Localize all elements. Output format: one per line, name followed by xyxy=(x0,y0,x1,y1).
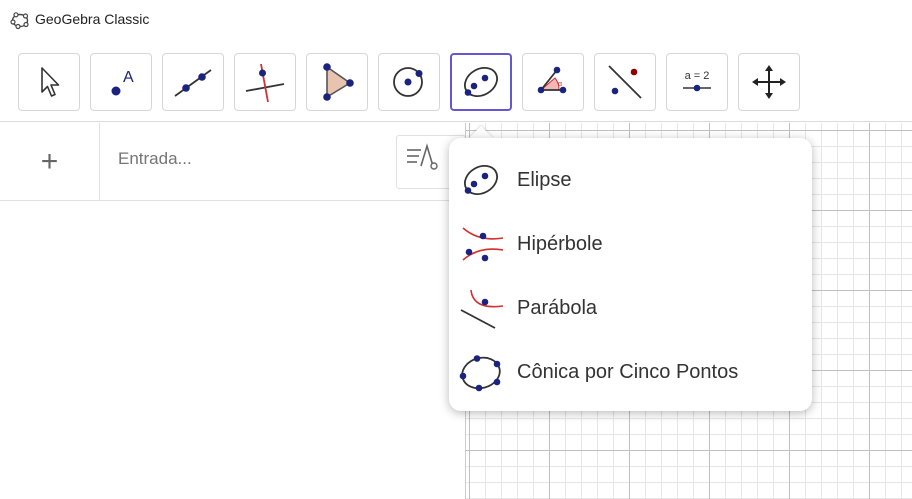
angle-tool-button[interactable]: α xyxy=(522,53,584,111)
line-through-points-icon xyxy=(174,69,212,97)
algebra-view: + xyxy=(0,123,466,499)
circle-tool-button[interactable] xyxy=(378,53,440,111)
svg-text:A: A xyxy=(123,69,134,86)
perpendicular-line-tool-button[interactable] xyxy=(234,53,296,111)
reflect-tool-button[interactable] xyxy=(594,53,656,111)
hyperbola-icon xyxy=(462,227,504,262)
perpendicular-line-icon xyxy=(245,63,285,103)
toolbar: A α a = 2 xyxy=(0,40,912,122)
slider-tool-button[interactable]: a = 2 xyxy=(666,53,728,111)
title-bar: GeoGebra Classic xyxy=(0,0,912,40)
slider-icon: a = 2 xyxy=(683,70,711,92)
point-a-icon: A xyxy=(111,69,134,96)
ellipse-icon xyxy=(464,66,498,98)
move-tool-button[interactable] xyxy=(18,53,80,111)
menu-item-label: Elipse xyxy=(517,169,572,191)
conic-tool-button[interactable] xyxy=(450,53,512,111)
line-tool-button[interactable] xyxy=(162,53,224,111)
algebra-input[interactable] xyxy=(118,149,378,169)
conic-five-points-icon xyxy=(459,355,501,392)
move-graphics-view-tool-button[interactable] xyxy=(738,53,800,111)
menu-item-label: Parábola xyxy=(517,297,598,319)
ellipse-icon xyxy=(464,164,498,196)
cursor-arrow-icon xyxy=(41,67,60,97)
menu-item-conic-five-points[interactable]: Cônica por Cinco Pontos xyxy=(449,340,812,404)
point-tool-button[interactable]: A xyxy=(90,53,152,111)
svg-text:a = 2: a = 2 xyxy=(685,70,710,82)
angle-icon: α xyxy=(537,66,567,94)
menu-item-label: Hipérbole xyxy=(517,233,603,255)
menu-item-parabola[interactable]: Parábola xyxy=(449,276,812,340)
conic-tool-menu: Elipse Hipérbole Parábola Cônica por Cin… xyxy=(449,138,812,411)
move-arrows-icon xyxy=(752,65,786,99)
menu-item-ellipse[interactable]: Elipse xyxy=(449,148,812,212)
circle-center-point-icon xyxy=(393,67,423,97)
menu-item-hyperbola[interactable]: Hipérbole xyxy=(449,212,812,276)
add-item-button[interactable]: + xyxy=(0,123,100,200)
app-title: GeoGebra Classic xyxy=(35,11,150,27)
polygon-tool-button[interactable] xyxy=(306,53,368,111)
geogebra-logo-icon xyxy=(10,12,29,30)
polygon-icon xyxy=(323,63,354,101)
reflect-about-line-icon xyxy=(608,65,642,99)
svg-text:α: α xyxy=(558,81,562,88)
input-row: + xyxy=(0,123,466,201)
parabola-icon xyxy=(460,289,504,329)
menu-item-label: Cônica por Cinco Pontos xyxy=(517,361,739,383)
